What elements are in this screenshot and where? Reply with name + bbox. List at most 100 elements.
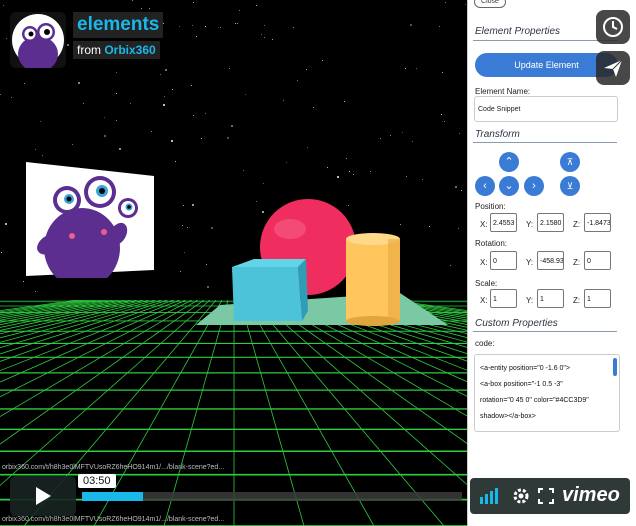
time-tooltip: 03:50 <box>78 474 116 488</box>
close-button[interactable]: Close <box>474 0 506 8</box>
fullscreen-icon[interactable] <box>538 488 554 504</box>
star <box>353 174 354 175</box>
star <box>187 227 188 228</box>
rotation-y-input[interactable]: -458.93 <box>537 251 564 270</box>
star <box>406 176 407 177</box>
star <box>3 5 4 6</box>
star <box>67 44 69 46</box>
element-properties-heading: Element Properties <box>475 26 561 37</box>
star <box>293 27 294 28</box>
move-backward-button[interactable]: ⊻ <box>560 176 580 196</box>
star <box>461 190 462 191</box>
star <box>264 37 265 38</box>
star <box>458 228 459 229</box>
star <box>286 162 287 163</box>
position-z-input[interactable]: -1.8473 <box>584 213 611 232</box>
channel-link[interactable]: Orbix360 <box>104 43 155 57</box>
code-line: shadow></a-box> <box>480 413 536 420</box>
axis-y-label: Y: <box>526 296 534 305</box>
settings-gear-icon[interactable] <box>512 487 530 505</box>
rotation-x-input[interactable]: 0 <box>490 251 517 270</box>
star <box>11 97 12 98</box>
vr-scene[interactable]: elements from Orbix360 orbix360.com/t/h8… <box>0 0 468 526</box>
video-byline: from Orbix360 <box>73 41 160 59</box>
star <box>337 176 339 178</box>
axis-z-label: Z: <box>573 296 581 305</box>
scale-x-input[interactable]: 1 <box>490 289 517 308</box>
star <box>283 100 284 101</box>
star <box>306 69 307 70</box>
star <box>220 27 221 28</box>
star <box>402 132 403 133</box>
star <box>344 101 345 102</box>
star <box>205 26 206 27</box>
code-scrollbar[interactable] <box>613 358 617 376</box>
volume-icon[interactable] <box>480 488 502 504</box>
vimeo-logo[interactable]: vimeo <box>562 484 620 507</box>
star <box>245 94 246 95</box>
star <box>6 38 7 39</box>
star <box>42 155 43 156</box>
star <box>263 183 264 184</box>
star <box>35 291 36 292</box>
star <box>78 82 80 84</box>
move-down-button[interactable]: ⌄ <box>499 176 519 196</box>
star <box>264 25 265 26</box>
move-up-button[interactable]: ⌃ <box>499 152 519 172</box>
rotation-z-input[interactable]: 0 <box>584 251 611 270</box>
code-line: rotation="0 45 0" color="#4CC3D9" <box>480 397 589 404</box>
star <box>346 158 347 159</box>
scale-z-input[interactable]: 1 <box>584 289 611 308</box>
star <box>172 89 173 90</box>
star <box>231 125 233 127</box>
progress-bar[interactable] <box>82 492 462 501</box>
position-y-input[interactable]: 2.1580 <box>537 213 564 232</box>
custom-properties-heading: Custom Properties <box>475 318 558 329</box>
divider <box>473 40 617 41</box>
star <box>439 26 440 27</box>
share-button[interactable] <box>596 51 630 85</box>
star <box>272 39 273 40</box>
star <box>465 4 466 5</box>
star <box>455 186 457 188</box>
star <box>441 114 442 115</box>
axis-x-label: X: <box>480 258 488 267</box>
axis-y-label: Y: <box>526 258 534 267</box>
star <box>119 148 121 150</box>
star <box>83 103 84 104</box>
star <box>1 252 2 253</box>
play-button[interactable] <box>10 476 76 516</box>
star <box>116 93 117 94</box>
star <box>405 68 406 69</box>
position-x-input[interactable]: 2.4553 <box>490 213 517 232</box>
axis-x-label: X: <box>480 220 488 229</box>
move-right-button[interactable]: › <box>524 176 544 196</box>
star <box>104 117 105 118</box>
divider <box>473 331 617 332</box>
star <box>205 113 206 114</box>
star <box>227 137 229 139</box>
mascot-avatar-icon <box>12 14 64 68</box>
star <box>72 144 73 145</box>
star <box>141 8 142 9</box>
code-textarea[interactable]: <a-entity position="0 -1.6 0"> <a-box po… <box>474 354 620 432</box>
star <box>132 0 133 1</box>
move-left-button[interactable]: ‹ <box>475 176 495 196</box>
axis-x-label: X: <box>480 296 488 305</box>
star <box>297 80 298 81</box>
star <box>163 104 165 106</box>
code-label: code: <box>475 339 495 348</box>
watch-later-button[interactable] <box>596 10 630 44</box>
star <box>410 24 412 26</box>
transform-heading: Transform <box>475 129 520 140</box>
scale-y-input[interactable]: 1 <box>537 289 564 308</box>
code-line: <a-box position="-1 0.5 -3" <box>480 381 563 388</box>
channel-avatar[interactable] <box>10 12 66 68</box>
star <box>322 60 323 61</box>
star <box>459 133 460 134</box>
player-controls-right: vimeo <box>470 478 630 514</box>
element-name-field[interactable]: Code Snippet <box>474 96 618 122</box>
star <box>261 34 262 35</box>
video-title[interactable]: elements <box>73 12 164 38</box>
move-forward-button[interactable]: ⊼ <box>560 152 580 172</box>
